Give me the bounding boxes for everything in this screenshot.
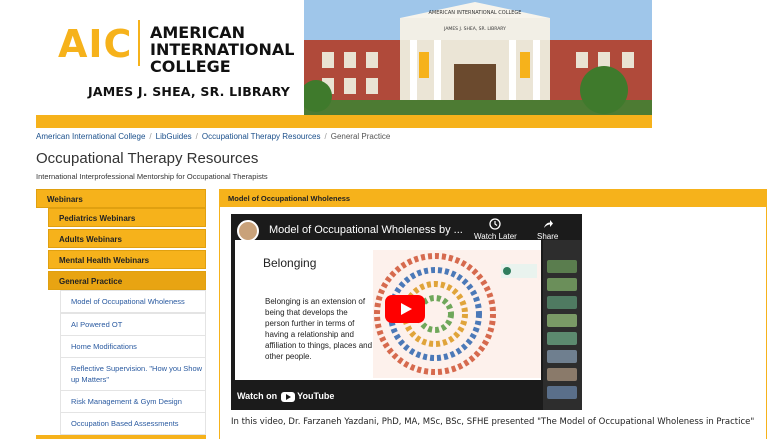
watch-on-youtube-button[interactable]: Watch on YouTube (237, 387, 334, 405)
sidebar-nav: Webinars Pediatrics Webinars Adults Webi… (36, 189, 206, 439)
building-sign-top: AMERICAN INTERNATIONAL COLLEGE (429, 10, 522, 16)
building-illustration: AMERICAN INTERNATIONAL COLLEGE JAMES J. … (304, 0, 652, 115)
breadcrumb: American International College / LibGuides… (36, 132, 390, 141)
sidebar-item-webinars[interactable]: Webinars (36, 189, 206, 208)
breadcrumb-separator: / (149, 132, 152, 141)
share-button[interactable]: Share (537, 218, 558, 241)
participant-thumbnail (547, 260, 577, 273)
library-name: JAMES J. SHEA, SR. LIBRARY (88, 84, 291, 99)
slide-title: Belonging (263, 256, 317, 270)
sidebar-item-home-modifications[interactable]: Home Modifications (60, 335, 206, 358)
participant-thumbnail (547, 296, 577, 309)
breadcrumb-current: General Practice (330, 132, 391, 141)
sidebar-item-adults-webinars[interactable]: Adults Webinars (48, 229, 206, 248)
share-icon (543, 220, 553, 228)
participant-thumbnail (547, 350, 577, 363)
sidebar-item-risk-management[interactable]: Risk Management & Gym Design (60, 390, 206, 413)
channel-avatar[interactable] (237, 220, 259, 242)
breadcrumb-ot-resources[interactable]: Occupational Therapy Resources (202, 132, 321, 141)
sidebar-item-general-practice[interactable]: General Practice (48, 271, 206, 290)
breadcrumb-home[interactable]: American International College (36, 132, 145, 141)
youtube-embed[interactable]: Model of Occupational Wholeness by ... W… (231, 214, 582, 410)
college-name-line-3: COLLEGE (150, 57, 231, 76)
participant-thumbnail (547, 368, 577, 381)
header-banner: AIC AMERICAN INTERNATIONAL COLLEGE JAMES… (36, 0, 652, 115)
college-name-line-1: AMERICAN (150, 23, 246, 42)
sidebar-item-occupation-based-assessments[interactable]: Occupation Based Assessments (60, 412, 206, 435)
library-building-photo: AMERICAN INTERNATIONAL COLLEGE JAMES J. … (304, 0, 652, 115)
aic-logo[interactable]: AIC (58, 22, 132, 66)
page-title: Occupational Therapy Resources (36, 150, 259, 167)
page-subtitle: International Interprofessional Mentorsh… (36, 172, 268, 181)
breadcrumb-libguides[interactable]: LibGuides (156, 132, 192, 141)
youtube-logo-icon (281, 391, 296, 402)
sidebar-item-pediatrics-webinars[interactable]: Pediatrics Webinars (48, 208, 206, 227)
college-name-line-2: INTERNATIONAL (150, 40, 295, 59)
logo-divider (138, 20, 140, 66)
panel-header: Model of Occupational Wholeness (220, 190, 766, 207)
participant-thumbnail (547, 386, 577, 399)
watch-on-label: Watch on (237, 391, 278, 401)
slide-body-text: Belonging is an extension of being that … (265, 297, 373, 361)
video-title[interactable]: Model of Occupational Wholeness by ... (269, 224, 463, 236)
clock-icon (489, 218, 502, 230)
breadcrumb-separator: / (324, 132, 327, 141)
youtube-label: YouTube (297, 391, 335, 401)
sidebar-item-model-occupational-wholeness[interactable]: Model of Occupational Wholeness (60, 290, 206, 313)
watch-later-button[interactable]: Watch Later (474, 218, 517, 241)
participant-thumbnail (547, 332, 577, 345)
content-panel: Model of Occupational Wholeness Model of… (219, 189, 767, 439)
participant-thumbnail (547, 278, 577, 291)
breadcrumb-separator: / (195, 132, 198, 141)
video-description: In this video, Dr. Farzaneh Yazdani, PhD… (231, 417, 755, 427)
participant-thumbnails (543, 240, 582, 410)
sidebar-next-item-edge[interactable] (36, 435, 206, 439)
participant-thumbnail (547, 314, 577, 327)
sidebar-item-ai-powered-ot[interactable]: AI Powered OT (60, 313, 206, 336)
building-sign-bottom: JAMES J. SHEA, SR. LIBRARY (443, 26, 506, 32)
banner-gold-strip (36, 115, 652, 128)
sidebar-item-reflective-supervision[interactable]: Reflective Supervision. "How you Show up… (60, 357, 206, 391)
sidebar-item-mental-health-webinars[interactable]: Mental Health Webinars (48, 250, 206, 269)
youtube-play-icon[interactable] (385, 295, 425, 323)
